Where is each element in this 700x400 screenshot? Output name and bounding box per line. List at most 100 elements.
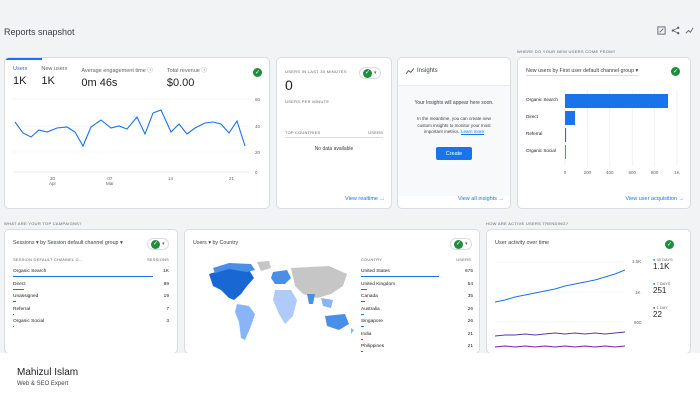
users-line-chart <box>13 98 249 173</box>
y-tick: 1.5K <box>632 259 642 264</box>
table-row[interactable]: Australia 26 <box>361 307 473 312</box>
category-label: Organic Search <box>526 97 558 102</box>
row-value: 3 <box>166 319 169 324</box>
metric-engagement-time[interactable]: Average engagement time ⓘ 0m 46s <box>81 66 152 89</box>
campaigns-selector[interactable]: Sessions ▾ by Session default channel gr… <box>13 240 123 246</box>
metric-new-users[interactable]: New users 1K <box>41 66 67 89</box>
map-europe <box>271 270 291 284</box>
campaigns-card: Sessions ▾ by Session default channel gr… <box>4 229 178 354</box>
row-value: 1K <box>163 269 169 274</box>
table-row[interactable]: Organic Search 1K <box>13 269 169 274</box>
map-north-america <box>209 268 254 300</box>
view-realtime-link[interactable]: View realtime → <box>345 196 385 202</box>
row-bar <box>361 276 439 278</box>
acquisition-bar[interactable] <box>565 111 576 125</box>
view-all-insights-link[interactable]: View all insights → <box>458 196 504 202</box>
stat-7-days: ● 7 DAYS 251 <box>653 281 671 295</box>
acquisition-bar[interactable] <box>565 94 669 108</box>
metric-total-revenue[interactable]: Total revenue ⓘ $0.00 <box>167 66 207 89</box>
x-tick: 07 Mar <box>106 176 114 186</box>
insights-message: Your Insights will appear here soon. <box>414 100 494 106</box>
map-greenland <box>257 261 271 271</box>
check-icon: ✓ <box>671 67 680 76</box>
author-name: Mahizul Islam <box>17 367 79 378</box>
page-title: Reports snapshot <box>4 27 75 37</box>
table-row[interactable]: India 21 <box>361 332 473 337</box>
y-tick: 20 <box>255 150 261 155</box>
help-icon: ⓘ <box>147 68 153 74</box>
campaigns-compare-selector[interactable]: ✓ ▾ <box>147 238 169 250</box>
trend-title: User activity over time <box>495 240 550 246</box>
table-row[interactable]: Canada 35 <box>361 294 473 299</box>
table-row[interactable]: Unassigned 19 <box>13 294 169 299</box>
table-row[interactable]: Singapore 26 <box>361 319 473 324</box>
insights-icon[interactable] <box>685 26 694 35</box>
x-tick: 600 <box>628 170 636 175</box>
acquisition-bar[interactable] <box>565 145 566 159</box>
realtime-title: USERS IN LAST 30 MINUTES <box>285 69 347 74</box>
row-label: United States <box>361 269 390 274</box>
row-bar <box>13 288 25 290</box>
realtime-compare-selector[interactable]: ✓ ▾ <box>359 67 381 79</box>
acquisition-selector[interactable]: New users by First user default channel … <box>526 68 639 76</box>
table-row[interactable]: Philippines 21 <box>361 344 473 349</box>
series-1-day <box>495 345 625 348</box>
create-button[interactable]: Create <box>436 147 472 160</box>
country-selector[interactable]: Users ▾ by Country <box>193 240 238 246</box>
empty-state-text: No data available <box>314 146 354 152</box>
row-bar <box>13 313 15 315</box>
row-bar <box>361 326 365 328</box>
insights-hint: In the meantime, you can create new cust… <box>417 116 491 134</box>
row-bar <box>361 351 364 353</box>
edit-icon[interactable] <box>657 26 666 35</box>
active-tab-indicator <box>5 58 42 60</box>
divider <box>285 137 383 138</box>
row-bar <box>361 338 364 340</box>
x-tick: 1K <box>674 170 680 175</box>
arrow-right-icon: → <box>498 196 505 202</box>
row-value: 7 <box>166 306 169 312</box>
table-row[interactable]: Direct 89 <box>13 282 169 287</box>
row-value: 26 <box>467 319 473 324</box>
metric-users[interactable]: Users 1K <box>13 66 27 89</box>
row-label: Canada <box>361 294 378 299</box>
x-tick: 400 <box>606 170 614 175</box>
table-row[interactable]: United States 675 <box>361 269 473 274</box>
chevron-down-icon: ▾ <box>635 68 639 74</box>
map-india <box>307 294 315 304</box>
activity-line-chart <box>495 261 625 348</box>
row-label: United Kingdom <box>361 281 396 287</box>
table-row[interactable]: Referral 7 <box>13 307 169 312</box>
row-bar <box>361 288 368 290</box>
table-row[interactable]: Organic Social 3 <box>13 319 169 324</box>
row-label: India <box>361 331 372 337</box>
share-icon[interactable] <box>671 26 680 35</box>
row-label: Philippines <box>361 344 385 349</box>
learn-more-link[interactable]: Learn more <box>461 129 484 134</box>
view-user-acquisition-link[interactable]: View user acquisition → <box>625 196 684 202</box>
row-label: Direct <box>13 281 26 287</box>
chevron-down-icon: ▾ <box>162 241 165 247</box>
acquisition-bar[interactable] <box>565 128 567 142</box>
map-southeast-asia <box>321 298 333 308</box>
chevron-down-icon: ▾ <box>208 240 211 246</box>
table-row[interactable]: United Kingdom 54 <box>361 282 473 287</box>
help-icon: ⓘ <box>201 68 207 74</box>
arrow-right-icon: → <box>379 196 386 202</box>
country-card: Users ▾ by Country ✓ ▾ COUNTRY USERS Unit… <box>184 229 480 354</box>
x-tick: 800 <box>651 170 659 175</box>
author-role: Web & SEO Expert <box>17 381 69 387</box>
series-7-day <box>495 331 625 337</box>
y-tick: 0 <box>255 170 258 175</box>
x-tick: 200 <box>584 170 592 175</box>
row-label: Organic Search <box>13 269 47 274</box>
author-strip <box>0 353 700 400</box>
y-tick: 40 <box>255 124 261 129</box>
users-series-line <box>14 109 246 148</box>
row-label: Organic Social <box>13 319 45 324</box>
x-tick: 0 <box>564 170 567 175</box>
insights-title: Insights <box>417 68 438 74</box>
row-value: 675 <box>464 269 473 274</box>
check-icon: ✓ <box>151 239 160 249</box>
row-value: 21 <box>467 344 473 349</box>
